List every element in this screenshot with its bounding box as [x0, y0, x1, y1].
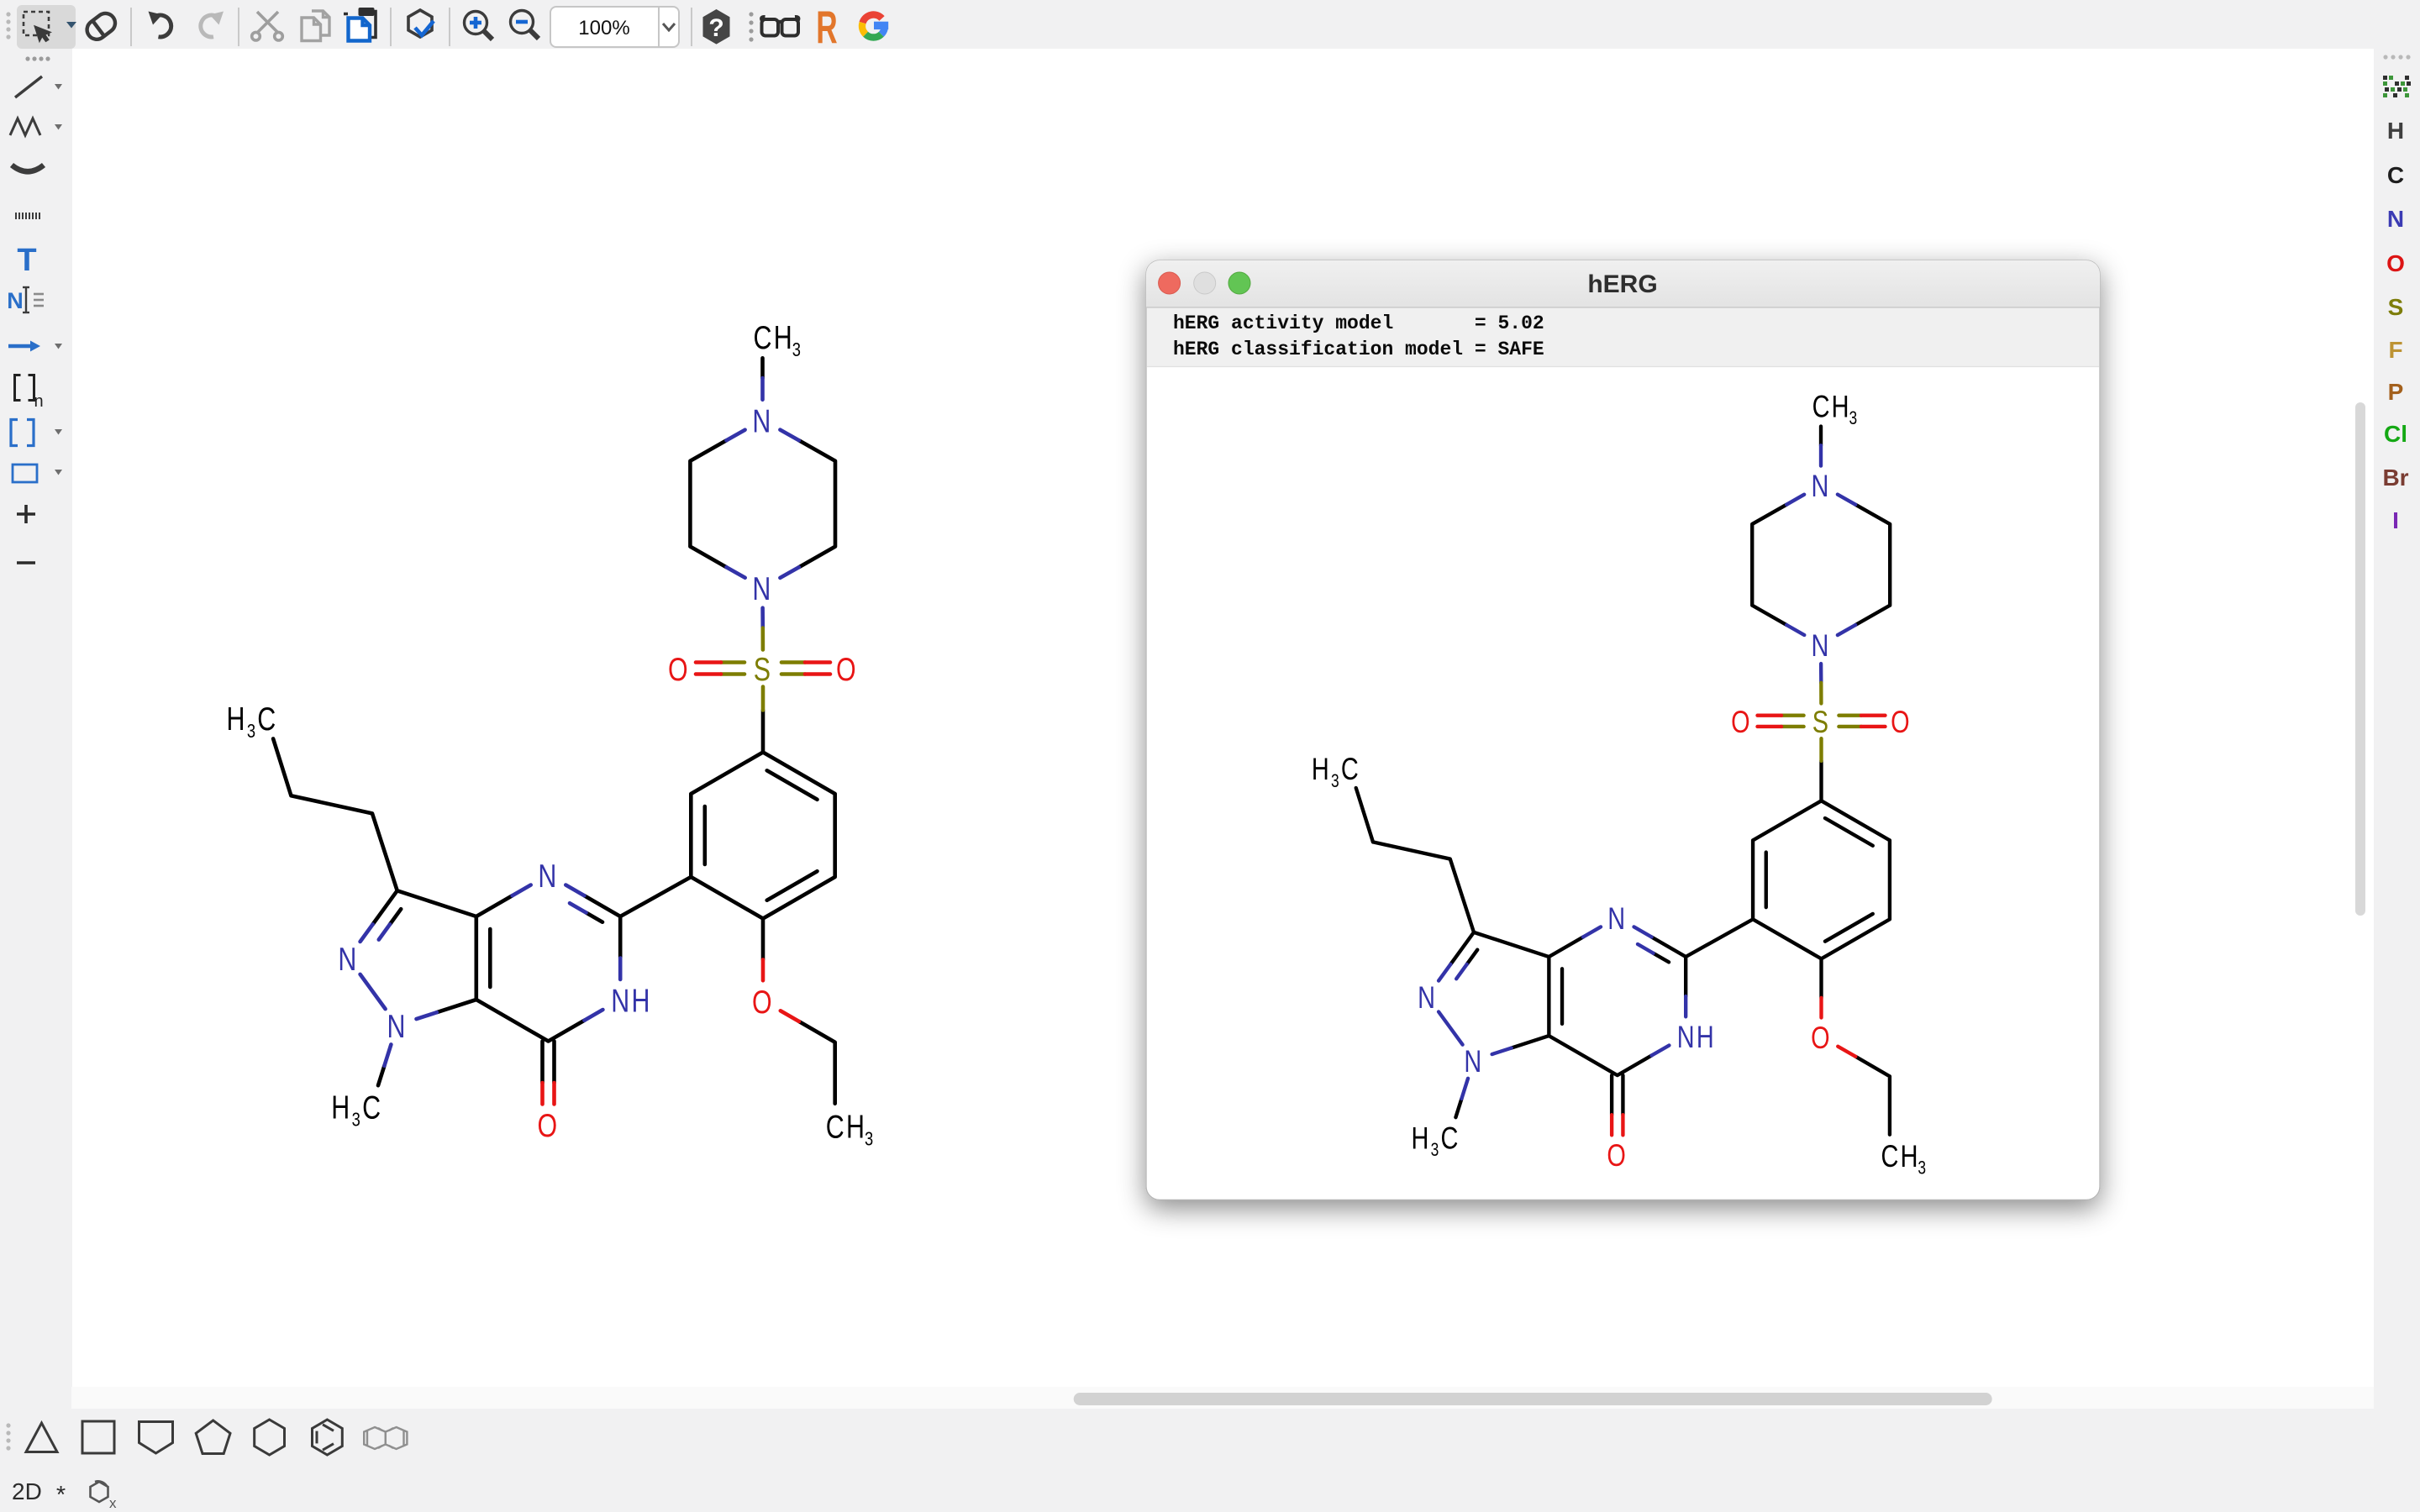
svg-text:hERG classification model = SA: hERG classification model = SAFE	[1173, 339, 1544, 360]
svg-text:T: T	[17, 243, 36, 278]
svg-text:hERG: hERG	[1587, 270, 1657, 298]
svg-text:N: N	[7, 288, 24, 313]
svg-text:*: *	[56, 1482, 66, 1509]
svg-text:R: R	[816, 1, 837, 53]
svg-text:F: F	[2388, 337, 2402, 363]
svg-text:H: H	[2387, 118, 2404, 144]
svg-text:hERG activity model = 5.: hERG activity model = 5.02	[1173, 312, 1544, 334]
svg-text:?: ?	[708, 14, 723, 42]
svg-text:N: N	[2387, 206, 2404, 232]
svg-text:Br: Br	[2382, 465, 2408, 491]
svg-text:Cl: Cl	[2384, 421, 2407, 447]
svg-text:x: x	[109, 1495, 117, 1511]
svg-text:I: I	[2392, 507, 2399, 533]
svg-text:C: C	[2387, 162, 2404, 188]
svg-text:n: n	[34, 392, 43, 411]
svg-text:2D: 2D	[12, 1478, 42, 1504]
svg-text:S: S	[2388, 294, 2404, 320]
svg-text:O: O	[2386, 250, 2405, 276]
svg-text:100%: 100%	[578, 17, 629, 39]
svg-text:P: P	[2388, 379, 2404, 405]
